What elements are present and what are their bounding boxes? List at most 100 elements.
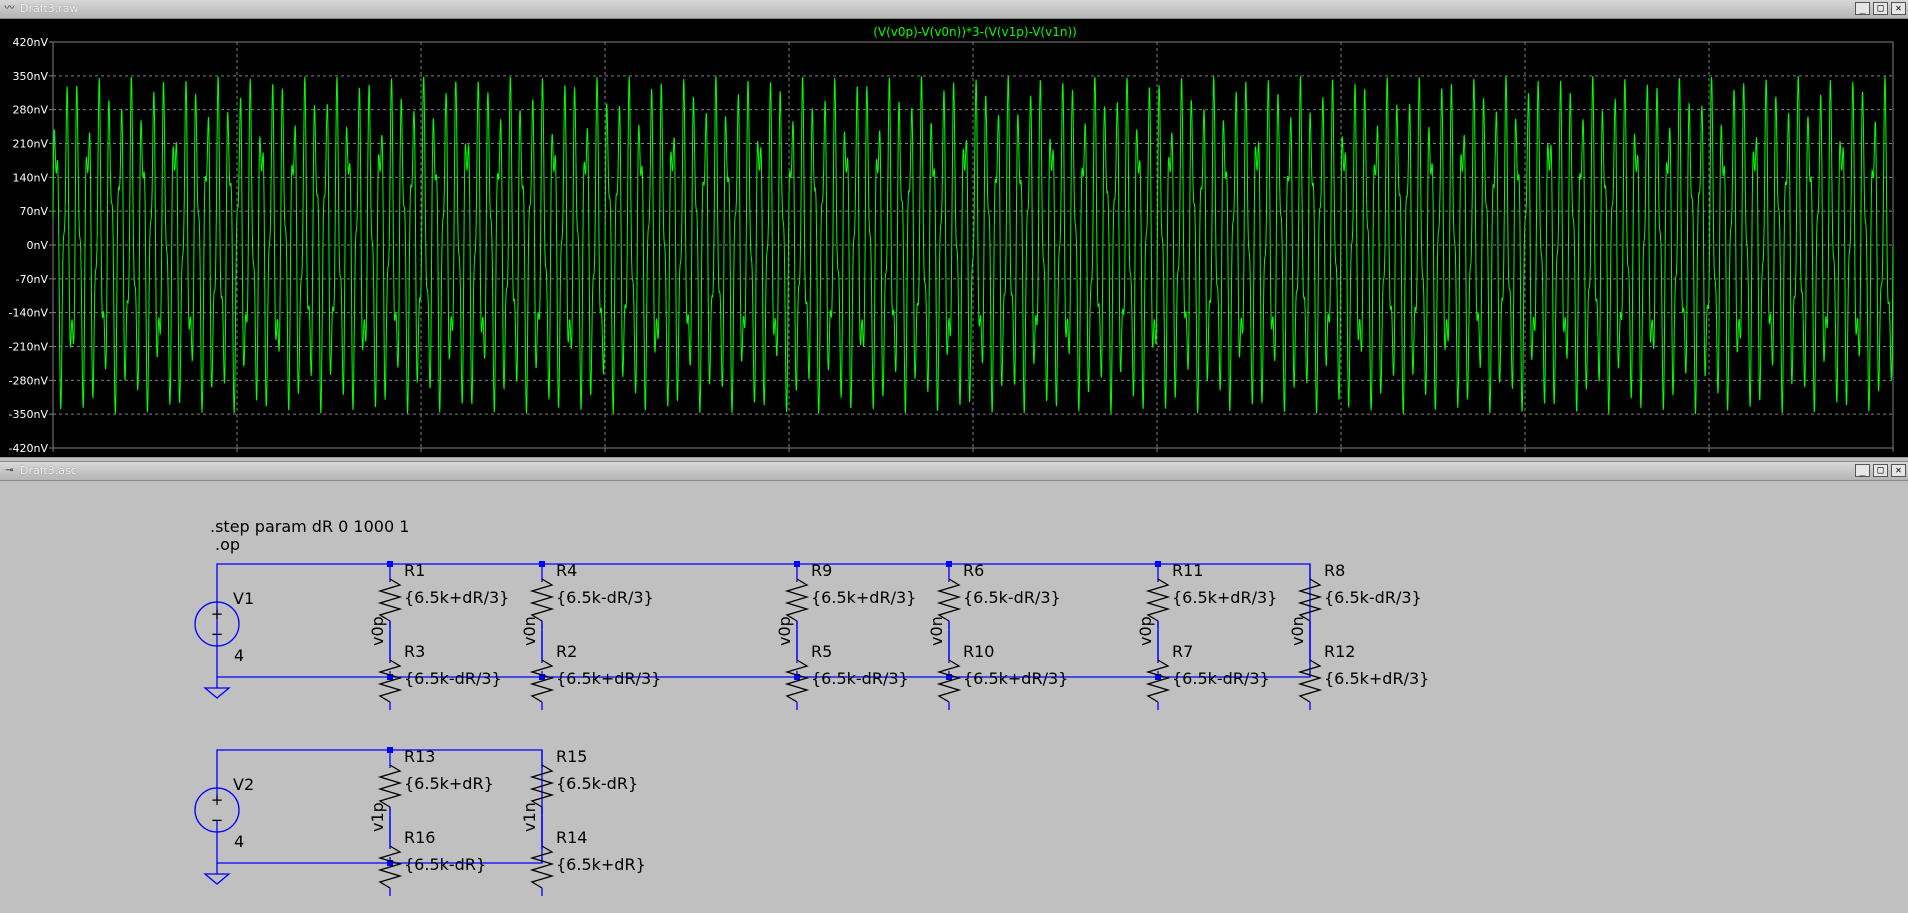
close-button[interactable]: ✕ xyxy=(1891,2,1906,15)
resistor-r7[interactable]: R7 {6.5k-dR/3} xyxy=(1145,630,1270,710)
resistor-symbol xyxy=(377,659,403,703)
maximize-button[interactable]: □ xyxy=(1873,464,1888,477)
resistor-name: R10 xyxy=(963,642,994,661)
resistor-r13[interactable]: R13 {6.5k+dR} xyxy=(377,747,494,815)
resistor-name: R7 xyxy=(1172,642,1193,661)
x-tick-label: 0.2K xyxy=(409,456,434,457)
y-tick-label: -210nV xyxy=(9,341,49,354)
y-tick-label: 350nV xyxy=(13,70,49,83)
resistor-value: {6.5k+dR/3} xyxy=(556,669,661,688)
resistor-name: R2 xyxy=(556,642,577,661)
resistor-value: {6.5k+dR/3} xyxy=(1172,588,1277,607)
resistor-r4[interactable]: R4 {6.5k-dR/3} xyxy=(529,561,654,629)
net-label-v1n[interactable]: v1n xyxy=(520,802,539,832)
net-label-v0n[interactable]: v0n xyxy=(1288,616,1307,646)
x-tick-label: 1.0K xyxy=(1881,456,1906,457)
source-name: V1 xyxy=(233,589,254,608)
resistor-symbol xyxy=(1145,578,1171,622)
x-tick-label: 0.1K xyxy=(225,456,250,457)
step-directive[interactable]: .step param dR 0 1000 1 xyxy=(210,517,409,536)
resistor-value: {6.5k+dR/3} xyxy=(1324,669,1429,688)
resistor-r11[interactable]: R11 {6.5k+dR/3} xyxy=(1145,561,1277,629)
plus-sign: + xyxy=(211,605,224,623)
resistor-symbol xyxy=(936,659,962,703)
resistor-r2[interactable]: R2 {6.5k+dR/3} xyxy=(529,630,661,710)
resistor-r9[interactable]: R9 {6.5k+dR/3} xyxy=(784,561,916,629)
resistor-symbol xyxy=(784,578,810,622)
net-label-v0n[interactable]: v0n xyxy=(520,616,539,646)
resistor-r8[interactable]: R8 {6.5k-dR/3} xyxy=(1297,561,1422,629)
minimize-button[interactable]: _ xyxy=(1855,464,1870,477)
waveform-window: 〰 Draft3.raw _ □ ✕ (V(v0p)-V(v0n))*3-(V(… xyxy=(0,0,1908,458)
resistor-r12[interactable]: R12 {6.5k+dR/3} xyxy=(1297,630,1429,710)
y-tick-label: 280nV xyxy=(13,104,49,117)
schematic-window-title: Draft3.asc xyxy=(20,464,77,477)
voltage-source-v1[interactable]: + − V1 4 xyxy=(194,589,254,665)
waveform-window-title: Draft3.raw xyxy=(20,2,79,15)
resistor-r16[interactable]: R16 {6.5k-dR} xyxy=(377,816,486,896)
resistor-value: {6.5k-dR/3} xyxy=(404,669,502,688)
op-directive[interactable]: .op xyxy=(215,535,240,554)
y-tick-label: 70nV xyxy=(20,205,49,218)
resistor-symbol xyxy=(936,578,962,622)
resistor-name: R4 xyxy=(556,561,577,580)
x-tick-label: 0.4K xyxy=(777,456,802,457)
x-tick-label: 0.7K xyxy=(1329,456,1354,457)
x-tick-label: 0.0K xyxy=(41,456,66,457)
resistor-symbol xyxy=(377,845,403,889)
resistor-value: {6.5k+dR/3} xyxy=(811,588,916,607)
resistor-r1[interactable]: R1 {6.5k+dR/3} xyxy=(377,561,509,629)
resistor-value: {6.5k-dR/3} xyxy=(1324,588,1422,607)
schematic-window: ⊸ Draft3.asc _ □ ✕ .step param dR 0 1000… xyxy=(0,461,1908,913)
resistor-r5[interactable]: R5 {6.5k-dR/3} xyxy=(784,630,909,710)
resistor-r15[interactable]: R15 {6.5k-dR} xyxy=(529,747,638,815)
resistor-name: R6 xyxy=(963,561,984,580)
resistor-name: R15 xyxy=(556,747,587,766)
x-tick-label: 0.3K xyxy=(593,456,618,457)
resistor-value: {6.5k-dR/3} xyxy=(963,588,1061,607)
net-label-v0p[interactable]: v0p xyxy=(1136,616,1155,646)
resistor-value: {6.5k-dR} xyxy=(556,774,638,793)
y-tick-label: -420nV xyxy=(9,442,49,455)
resistor-name: R8 xyxy=(1324,561,1345,580)
resistor-value: {6.5k+dR} xyxy=(556,855,646,874)
resistor-symbol xyxy=(377,578,403,622)
resistor-r6[interactable]: R6 {6.5k-dR/3} xyxy=(936,561,1061,629)
waveform-plot[interactable]: (V(v0p)-V(v0n))*3-(V(v1p)-V(v1n)) 420nV 3… xyxy=(0,19,1908,457)
voltage-source-v2[interactable]: + − V2 4 xyxy=(194,775,254,851)
schematic-window-icon: ⊸ xyxy=(5,465,14,476)
resistor-r3[interactable]: R3 {6.5k-dR/3} xyxy=(377,630,502,710)
y-tick-label: 210nV xyxy=(13,138,49,151)
net-label-v0p[interactable]: v0p xyxy=(368,616,387,646)
resistor-r10[interactable]: R10 {6.5k+dR/3} xyxy=(936,630,1068,710)
source-value: 4 xyxy=(234,832,244,851)
resistor-symbol xyxy=(529,659,555,703)
resistor-symbol xyxy=(377,764,403,808)
minimize-button[interactable]: _ xyxy=(1855,2,1870,15)
waveform-window-titlebar[interactable]: 〰 Draft3.raw _ □ ✕ xyxy=(0,0,1908,19)
trace-label[interactable]: (V(v0p)-V(v0n))*3-(V(v1p)-V(v1n)) xyxy=(873,25,1077,39)
net-label-v0p[interactable]: v0p xyxy=(775,616,794,646)
maximize-button[interactable]: □ xyxy=(1873,2,1888,15)
net-label-v0n[interactable]: v0n xyxy=(927,616,946,646)
resistor-name: R16 xyxy=(404,828,435,847)
plus-sign: + xyxy=(211,791,224,809)
resistor-value: {6.5k-dR} xyxy=(404,855,486,874)
resistor-value: {6.5k+dR/3} xyxy=(404,588,509,607)
resistor-value: {6.5k-dR/3} xyxy=(811,669,909,688)
y-tick-label: 140nV xyxy=(13,171,49,184)
resistor-name: R13 xyxy=(404,747,435,766)
net-labels: v0p v0n v0p v0n v0p v0n v1p v1n xyxy=(368,616,1307,832)
schematic-canvas[interactable]: .step param dR 0 1000 1 .op + − V1 4 + −… xyxy=(0,481,1908,913)
y-tick-label: -70nV xyxy=(16,273,49,286)
y-tick-label: 420nV xyxy=(13,36,49,49)
close-button[interactable]: ✕ xyxy=(1891,464,1906,477)
y-tick-label: -140nV xyxy=(9,307,49,320)
schematic-window-titlebar[interactable]: ⊸ Draft3.asc _ □ ✕ xyxy=(0,462,1908,481)
x-tick-label: 0.5K xyxy=(961,456,986,457)
waveform-window-icon: 〰 xyxy=(4,3,15,14)
net-label-v1p[interactable]: v1p xyxy=(368,802,387,832)
resistor-name: R1 xyxy=(404,561,425,580)
x-tick-label: 0.6K xyxy=(1145,456,1170,457)
resistor-r14[interactable]: R14 {6.5k+dR} xyxy=(529,816,646,896)
